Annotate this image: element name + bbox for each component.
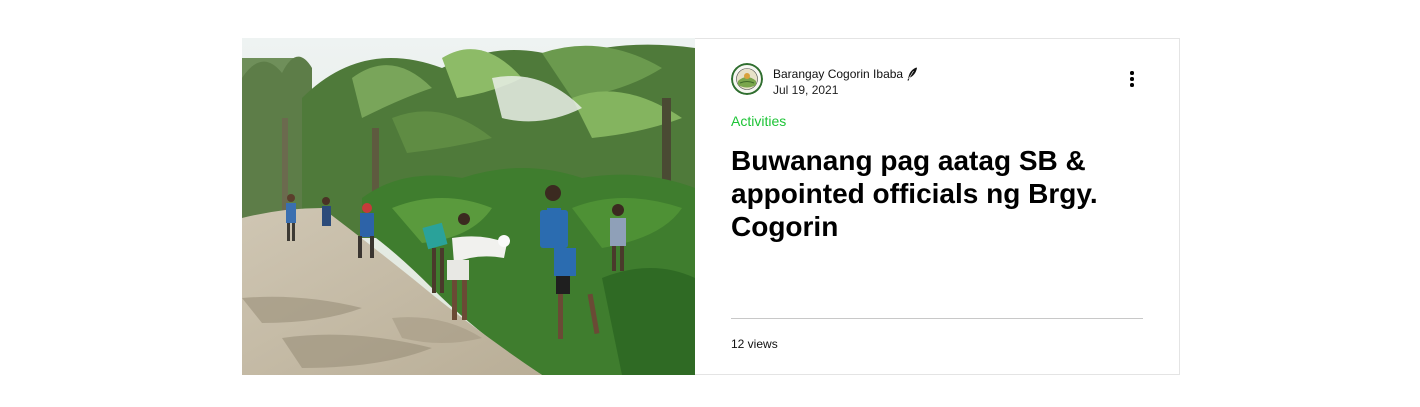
more-vertical-icon[interactable] <box>1125 69 1139 89</box>
divider <box>731 318 1143 319</box>
author-line: Barangay Cogorin Ibaba <box>773 66 918 82</box>
author-name[interactable]: Barangay Cogorin Ibaba <box>773 66 903 82</box>
post-cover-image[interactable] <box>242 38 695 375</box>
post-category-link[interactable]: Activities <box>731 112 1143 130</box>
blog-post-card[interactable]: Barangay Cogorin Ibaba Jul 19, 2021 Acti… <box>242 38 1180 375</box>
author-avatar[interactable] <box>731 63 763 95</box>
quill-icon <box>907 67 918 81</box>
post-content: Barangay Cogorin Ibaba Jul 19, 2021 Acti… <box>695 39 1179 374</box>
post-title[interactable]: Buwanang pag aatag SB & appointed offici… <box>731 144 1131 243</box>
post-date: Jul 19, 2021 <box>773 83 839 97</box>
author-row: Barangay Cogorin Ibaba Jul 19, 2021 <box>731 63 1143 97</box>
post-views: 12 views <box>731 337 778 351</box>
post-meta: Barangay Cogorin Ibaba Jul 19, 2021 <box>773 63 918 98</box>
